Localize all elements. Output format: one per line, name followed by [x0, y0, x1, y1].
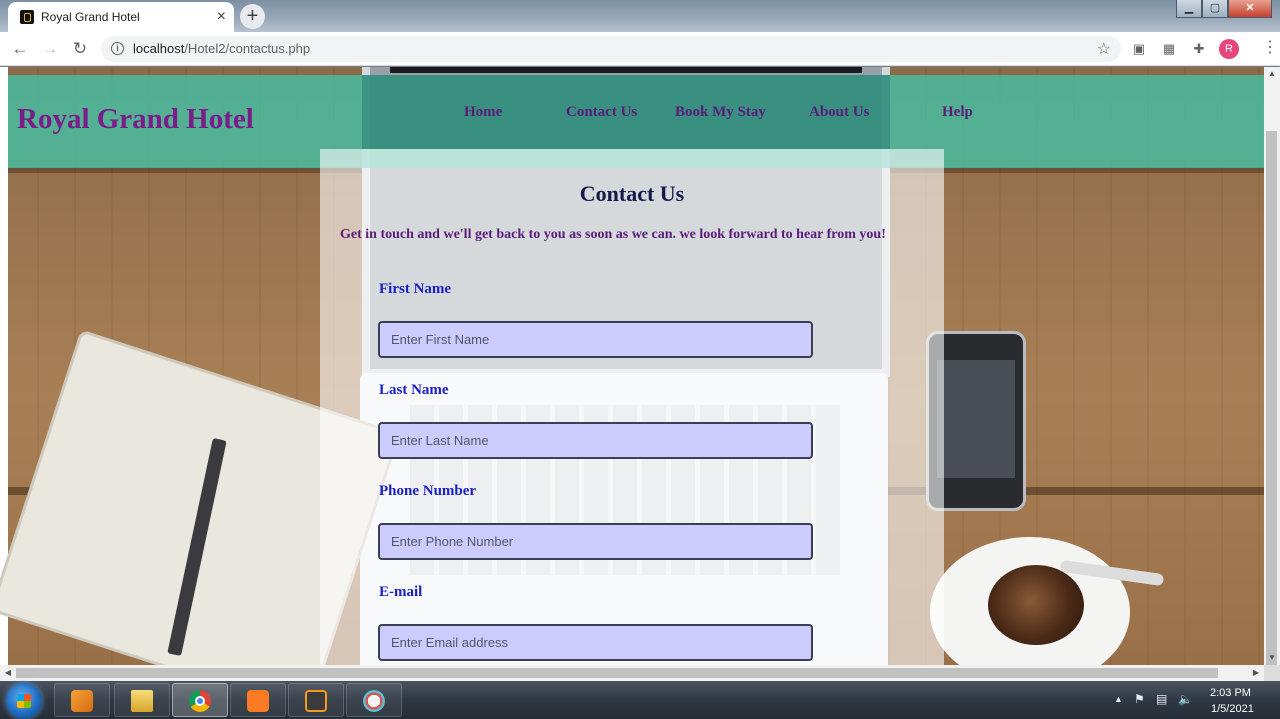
taskbar: ▲ ⚑ ▤ 🔈 — [0, 681, 1280, 719]
horizontal-scrollbar[interactable]: ◀ ▶ — [0, 665, 1264, 681]
background-coffee-cup — [930, 537, 1130, 665]
taskbar-file-explorer[interactable] — [114, 683, 170, 717]
tab-close-icon[interactable]: × — [217, 7, 226, 27]
taskbar-xampp[interactable] — [230, 683, 286, 717]
back-arrow-icon[interactable]: ← — [8, 37, 32, 61]
last-name-label: Last Name — [379, 382, 449, 398]
scroll-up-icon[interactable]: ▲ — [1264, 67, 1280, 81]
clock-date[interactable]: 1/5/2021 — [1211, 703, 1254, 715]
contact-title: Contact Us — [579, 181, 685, 206]
folder-icon — [131, 690, 153, 712]
network-icon[interactable]: ▤ — [1156, 692, 1167, 706]
forward-arrow-icon[interactable]: → — [38, 37, 62, 61]
taskbar-chrome[interactable] — [172, 683, 228, 717]
bookmark-star-icon[interactable]: ☆ — [1097, 39, 1111, 59]
nav-home[interactable]: Home — [464, 104, 502, 121]
address-bar[interactable]: i localhost/Hotel2/contactus.php ☆ — [101, 36, 1121, 62]
email-label: E-mail — [379, 584, 423, 600]
reload-icon[interactable]: ↻ — [68, 37, 92, 61]
scrollbar-corner — [1264, 665, 1280, 681]
paint-icon — [363, 690, 385, 712]
scroll-left-icon[interactable]: ◀ — [0, 665, 16, 681]
browser-toolbar: ← → ↻ i localhost/Hotel2/contactus.php ☆… — [0, 32, 1280, 66]
brand-logo-text[interactable]: Royal Grand Hotel — [17, 103, 254, 136]
nav-help[interactable]: Help — [942, 104, 973, 121]
taskbar-sublime-text[interactable] — [288, 683, 344, 717]
phone-number-input[interactable] — [378, 523, 813, 560]
new-tab-button[interactable]: + — [240, 4, 265, 29]
xampp-icon — [247, 690, 269, 712]
action-center-flag-icon[interactable]: ⚑ — [1134, 692, 1145, 706]
tab-title: Royal Grand Hotel — [41, 10, 140, 24]
show-hidden-icons-icon[interactable]: ▲ — [1114, 694, 1123, 704]
selenium-extension-icon[interactable]: ▦ — [1160, 40, 1178, 58]
nav-about-us[interactable]: About Us — [809, 104, 869, 121]
hotel-favicon-icon — [20, 10, 34, 24]
media-player-icon — [71, 690, 93, 712]
scroll-right-icon[interactable]: ▶ — [1248, 665, 1264, 681]
contact-subtitle: Get in touch and we'll get back to you a… — [340, 227, 886, 242]
nav-book-my-stay[interactable]: Book My Stay — [675, 104, 766, 121]
menu-kebab-icon[interactable]: ⋮ — [1262, 38, 1278, 58]
browser-titlebar: Royal Grand Hotel × + ▁ ▢ ✕ — [0, 0, 1280, 32]
volume-icon[interactable]: 🔈 — [1178, 692, 1193, 706]
horizontal-scroll-thumb[interactable] — [16, 668, 1218, 678]
maximize-button[interactable]: ▢ — [1202, 0, 1228, 18]
briefcase-extension-icon[interactable]: ▣ — [1130, 40, 1148, 58]
taskbar-paint[interactable] — [346, 683, 402, 717]
email-input[interactable] — [378, 624, 813, 661]
first-name-input[interactable] — [378, 321, 813, 358]
browser-tab[interactable]: Royal Grand Hotel × — [8, 2, 234, 32]
clock-time[interactable]: 2:03 PM — [1210, 687, 1251, 699]
chrome-icon — [189, 690, 211, 712]
minimize-button[interactable]: ▁ — [1176, 0, 1202, 18]
sublime-text-icon — [305, 690, 327, 712]
start-button[interactable] — [6, 683, 42, 719]
taskbar-media-player[interactable] — [54, 683, 110, 717]
window-controls: ▁ ▢ ✕ — [1176, 0, 1272, 19]
vertical-scroll-thumb[interactable] — [1266, 131, 1277, 671]
scroll-down-icon[interactable]: ▼ — [1264, 651, 1280, 665]
vertical-scrollbar[interactable]: ▲ ▼ — [1264, 67, 1280, 671]
last-name-input[interactable] — [378, 422, 813, 459]
profile-avatar[interactable]: R — [1219, 39, 1239, 59]
page-viewport: Royal Grand Hotel Home Contact Us Book M… — [0, 67, 1264, 665]
close-window-button[interactable]: ✕ — [1228, 0, 1272, 18]
url-text: localhost/Hotel2/contactus.php — [133, 41, 311, 56]
nav-contact-us[interactable]: Contact Us — [566, 104, 637, 121]
first-name-label: First Name — [379, 281, 452, 297]
site-info-icon[interactable]: i — [111, 42, 124, 55]
phone-number-label: Phone Number — [379, 483, 477, 499]
puzzle-extensions-icon[interactable]: ✚ — [1190, 40, 1208, 58]
